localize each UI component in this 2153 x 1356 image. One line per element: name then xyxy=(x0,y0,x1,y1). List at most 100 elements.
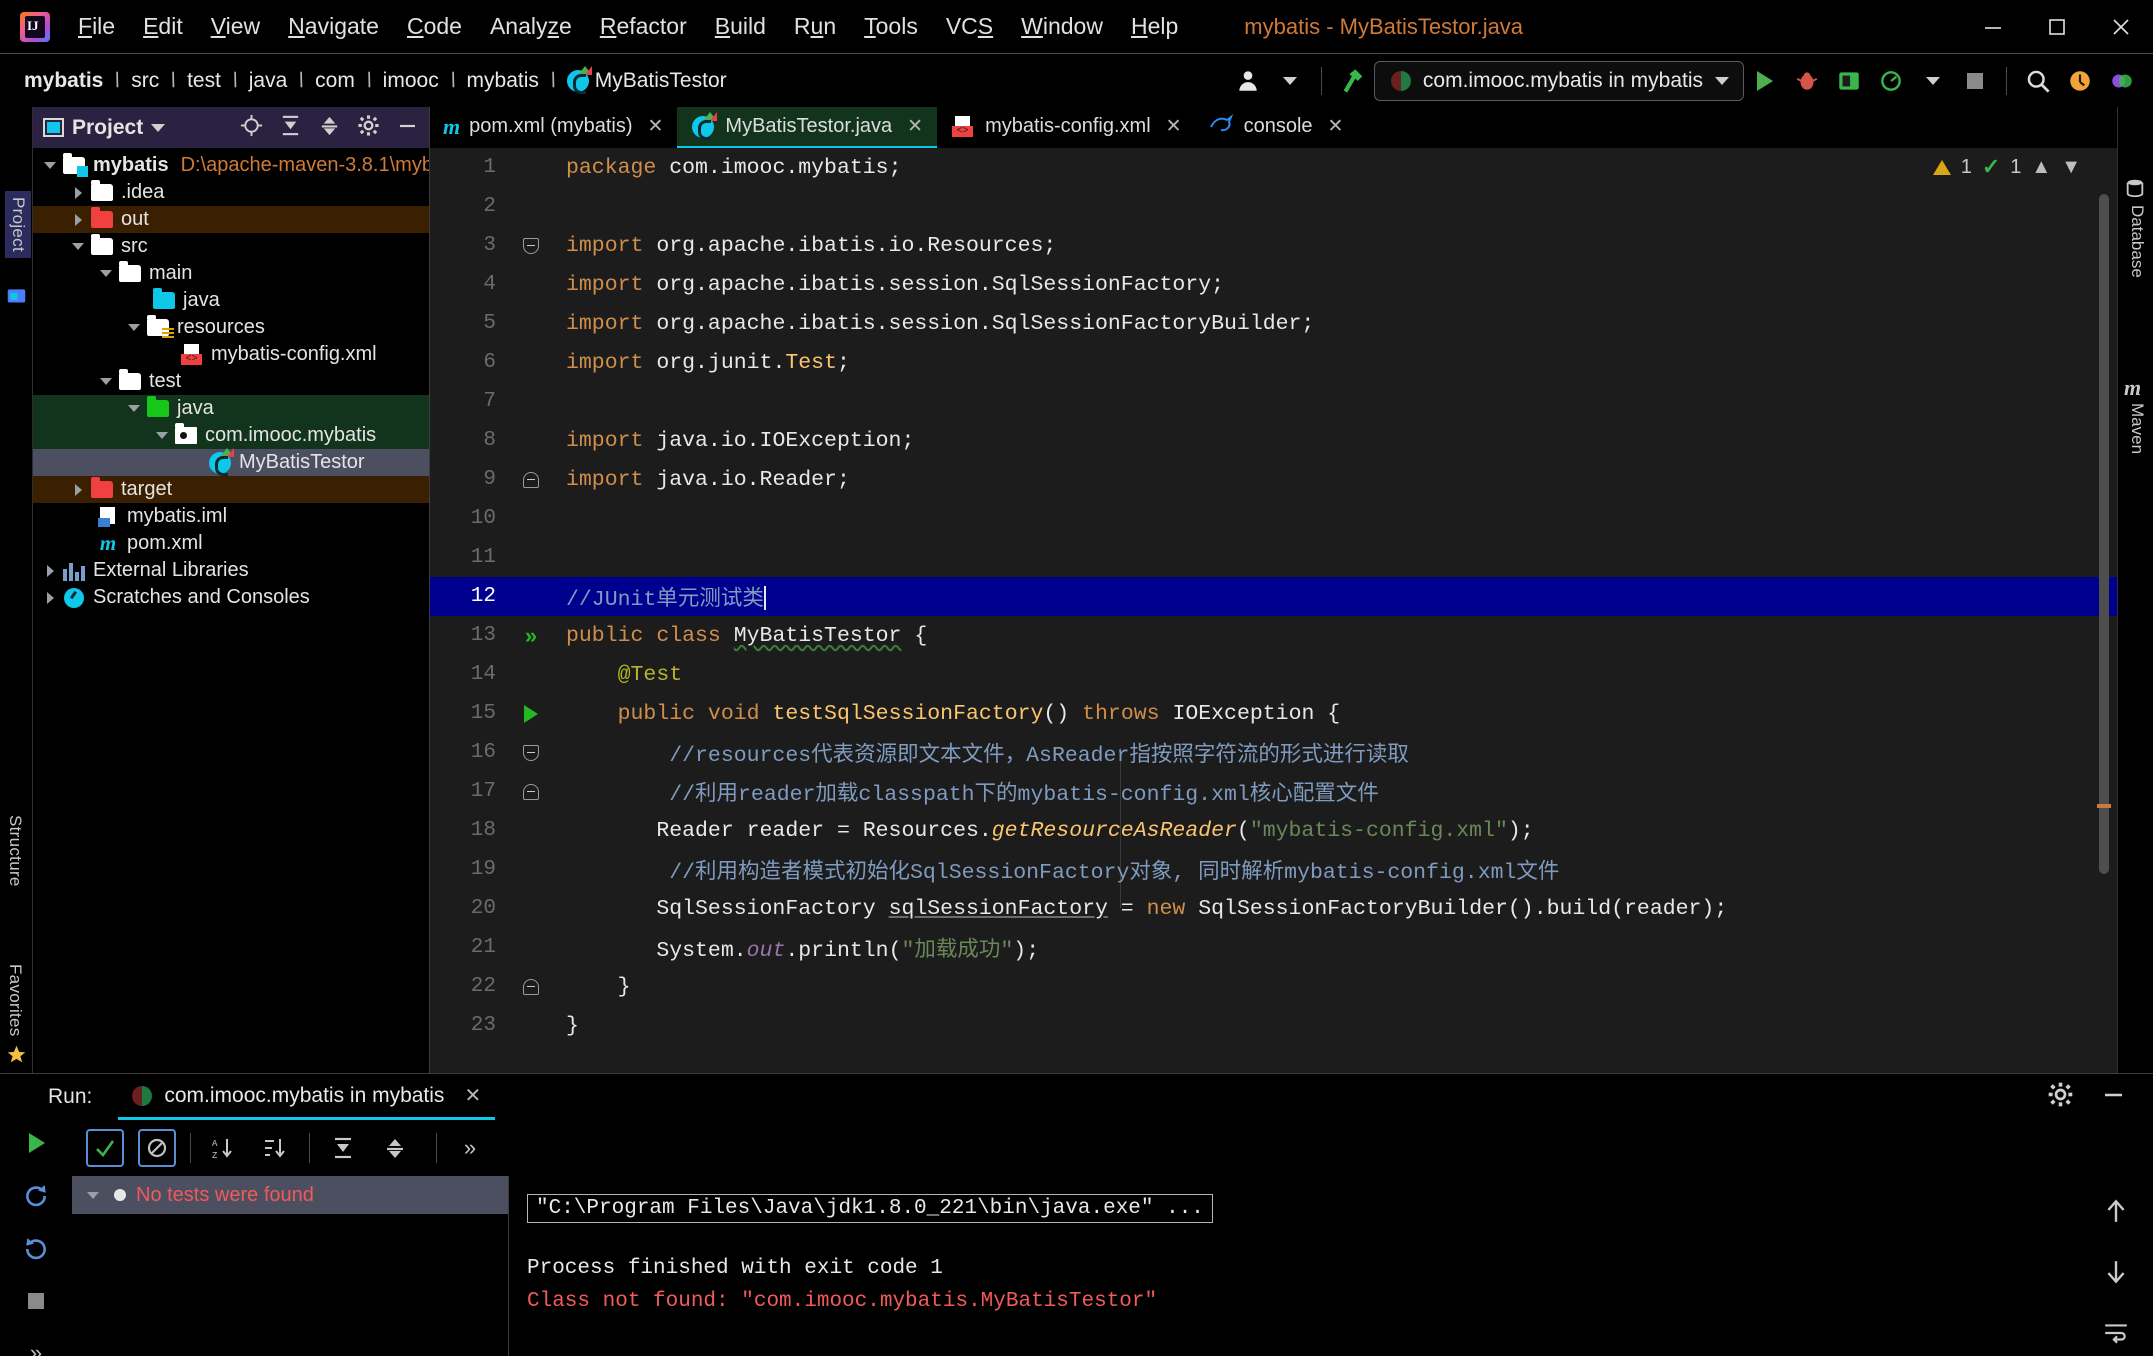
tree-node-src[interactable]: src xyxy=(33,233,429,260)
fold-marker[interactable] xyxy=(508,978,554,995)
code-line-15[interactable]: 15 public void testSqlSessionFactory() t… xyxy=(430,694,2117,733)
show-passed-toggle[interactable] xyxy=(86,1129,124,1167)
profiler-icon[interactable] xyxy=(1870,59,1912,103)
menu-help[interactable]: Help xyxy=(1117,9,1192,44)
fold-icon[interactable] xyxy=(523,744,539,761)
run-configuration-selector[interactable]: com.imooc.mybatis in mybatis xyxy=(1373,61,1744,101)
code-line-20[interactable]: 20 SqlSessionFactory sqlSessionFactory =… xyxy=(430,889,2117,928)
scroll-up-icon[interactable] xyxy=(2103,1198,2129,1229)
code-text[interactable]: //resources代表资源即文本文件，AsReader指按照字符流的形式进行… xyxy=(554,737,2117,768)
menu-analyze[interactable]: Analyze xyxy=(476,9,586,44)
project-tree[interactable]: mybatis D:\apache-maven-3.8.1\mybatis .i… xyxy=(33,148,429,1073)
run-console-output[interactable]: "C:\Program Files\Java\jdk1.8.0_221\bin\… xyxy=(509,1176,2079,1356)
run-panel-tab[interactable]: com.imooc.mybatis in mybatis ✕ xyxy=(118,1074,496,1120)
chevron-right-icon[interactable] xyxy=(39,592,61,604)
fold-marker[interactable] xyxy=(508,783,554,800)
code-text[interactable]: //利用构造者模式初始化SqlSessionFactory对象, 同时解析myb… xyxy=(554,854,2117,885)
rerun-icon[interactable] xyxy=(23,1130,49,1161)
tree-node-mybatis[interactable]: mybatis D:\apache-maven-3.8.1\mybatis xyxy=(33,152,429,179)
scrollbar-thumb[interactable] xyxy=(2099,194,2109,874)
code-text[interactable]: import java.io.Reader; xyxy=(554,468,2117,492)
code-line-19[interactable]: 19 //利用构造者模式初始化SqlSessionFactory对象, 同时解析… xyxy=(430,850,2117,889)
menu-code[interactable]: Code xyxy=(393,9,476,44)
code-editor[interactable]: 1 package com.imooc.mybatis; 2 3 import … xyxy=(430,148,2117,1073)
code-text[interactable]: import org.junit.Test; xyxy=(554,351,2117,375)
hide-panel-icon[interactable] xyxy=(396,114,419,142)
chevron-down-icon[interactable] xyxy=(67,243,89,250)
tree-node-main[interactable]: main xyxy=(33,260,429,287)
close-icon[interactable]: ✕ xyxy=(1328,115,1344,138)
prev-problem-icon[interactable]: ▲ xyxy=(2031,156,2051,179)
stop-icon[interactable] xyxy=(24,1289,48,1318)
profile-icon[interactable] xyxy=(1227,59,1269,103)
menu-file[interactable]: File xyxy=(64,9,129,44)
close-icon[interactable]: ✕ xyxy=(647,115,663,138)
tree-node-mybatis-config-xml[interactable]: <> mybatis-config.xml xyxy=(33,341,429,368)
fold-end-icon[interactable] xyxy=(523,783,539,800)
chevron-right-icon[interactable] xyxy=(67,484,89,496)
code-text[interactable]: } xyxy=(554,1014,2117,1038)
hide-panel-icon[interactable] xyxy=(2100,1081,2127,1113)
breadcrumb-com[interactable]: com xyxy=(313,69,357,93)
test-tree-root[interactable]: No tests were found xyxy=(72,1176,508,1214)
console-command-line[interactable]: "C:\Program Files\Java\jdk1.8.0_221\bin\… xyxy=(527,1194,1213,1223)
maximize-button[interactable] xyxy=(2025,0,2089,53)
tree-node-out[interactable]: out xyxy=(33,206,429,233)
collapse-all-icon[interactable] xyxy=(318,114,341,142)
run-class-gutter-icon[interactable]: » xyxy=(508,624,554,647)
profile-dropdown-icon[interactable] xyxy=(1269,59,1311,103)
code-line-22[interactable]: 22 } xyxy=(430,967,2117,1006)
tree-node-main-java[interactable]: java xyxy=(33,287,429,314)
scrollbar-marker[interactable] xyxy=(2097,804,2111,808)
breadcrumb[interactable]: mybatis \ src \ test \ java \ com \ imoo… xyxy=(22,65,729,94)
ignore-tests-toggle[interactable] xyxy=(138,1129,176,1167)
menu-refactor[interactable]: Refactor xyxy=(586,9,701,44)
more-icon[interactable]: » xyxy=(451,1129,489,1167)
minimize-button[interactable] xyxy=(1961,0,2025,53)
rail-database-button[interactable]: Database xyxy=(2127,205,2147,278)
sort-by-duration-icon[interactable] xyxy=(257,1129,295,1167)
menu-run[interactable]: Run xyxy=(780,9,850,44)
menu-bar[interactable]: File Edit View Navigate Code Analyze Ref… xyxy=(64,9,1192,44)
code-line-6[interactable]: 6 import org.junit.Test; xyxy=(430,343,2117,382)
breadcrumb-class[interactable]: MyBatisTestor xyxy=(565,65,729,94)
code-text[interactable]: import org.apache.ibatis.session.SqlSess… xyxy=(554,312,2117,336)
rail-structure-button[interactable]: Structure xyxy=(5,815,25,887)
collapse-all-icon[interactable] xyxy=(376,1129,414,1167)
tree-node-scratches[interactable]: Scratches and Consoles xyxy=(33,584,429,611)
chevron-down-icon[interactable] xyxy=(39,162,61,169)
run-method-gutter-icon[interactable] xyxy=(508,704,554,723)
code-line-23[interactable]: 23 } xyxy=(430,1006,2117,1045)
code-text[interactable]: @Test xyxy=(554,663,2117,687)
tree-node-idea[interactable]: .idea xyxy=(33,179,429,206)
code-line-9[interactable]: 9 import java.io.Reader; xyxy=(430,460,2117,499)
tree-node-package[interactable]: com.imooc.mybatis xyxy=(33,422,429,449)
updates-icon[interactable] xyxy=(2059,59,2101,103)
tree-node-mybatistestor[interactable]: MyBatisTestor xyxy=(33,447,429,476)
code-line-5[interactable]: 5 import org.apache.ibatis.session.SqlSe… xyxy=(430,304,2117,343)
scroll-down-icon[interactable] xyxy=(2103,1259,2129,1290)
code-line-3[interactable]: 3 import org.apache.ibatis.io.Resources; xyxy=(430,226,2117,265)
code-line-2[interactable]: 2 xyxy=(430,187,2117,226)
sort-alphabetically-icon[interactable]: AZ xyxy=(205,1129,243,1167)
close-button[interactable] xyxy=(2089,0,2153,53)
fold-icon[interactable] xyxy=(523,237,539,254)
chevron-down-icon[interactable] xyxy=(151,432,173,439)
project-view-chevron-icon[interactable] xyxy=(151,123,166,132)
menu-vcs[interactable]: VCS xyxy=(932,9,1007,44)
menu-edit[interactable]: Edit xyxy=(129,9,197,44)
breadcrumb-java[interactable]: java xyxy=(247,69,290,93)
tree-node-resources[interactable]: resources xyxy=(33,314,429,341)
more-actions-icon[interactable]: » xyxy=(30,1340,42,1356)
editor-tabs[interactable]: m pom.xml (mybatis) ✕ MyBatisTestor.java… xyxy=(430,107,2117,148)
gear-icon[interactable] xyxy=(2047,1081,2074,1113)
code-line-1[interactable]: 1 package com.imooc.mybatis; xyxy=(430,148,2117,187)
search-icon[interactable] xyxy=(2017,59,2059,103)
rail-project-button[interactable]: Project xyxy=(5,191,31,259)
code-text[interactable]: package com.imooc.mybatis; xyxy=(554,156,2117,180)
tree-node-test-java[interactable]: java xyxy=(33,395,429,422)
menu-navigate[interactable]: Navigate xyxy=(274,9,393,44)
breadcrumb-src[interactable]: src xyxy=(129,69,161,93)
stop-icon[interactable] xyxy=(1954,59,1996,103)
code-line-11[interactable]: 11 xyxy=(430,538,2117,577)
